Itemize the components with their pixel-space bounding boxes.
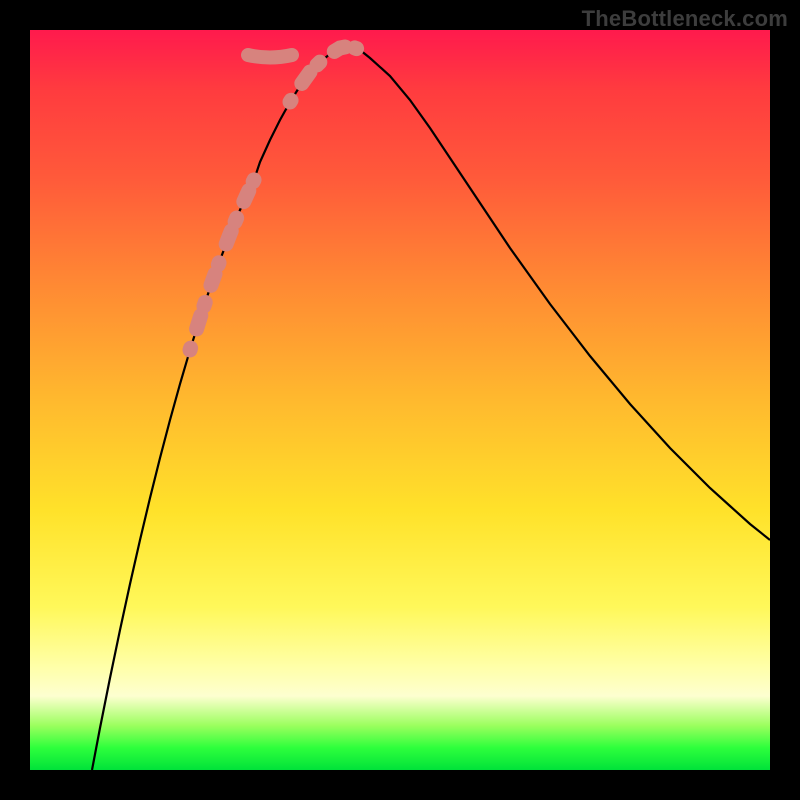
watermark-text: TheBottleneck.com: [582, 6, 788, 32]
plot-area: [30, 30, 770, 770]
curve-svg: [30, 30, 770, 770]
curve-dotted-segment: [290, 46, 370, 102]
curve-valley-cap: [248, 55, 292, 58]
curve-dotted-segment: [190, 162, 260, 350]
curve-line: [92, 46, 770, 770]
chart-frame: TheBottleneck.com: [0, 0, 800, 800]
